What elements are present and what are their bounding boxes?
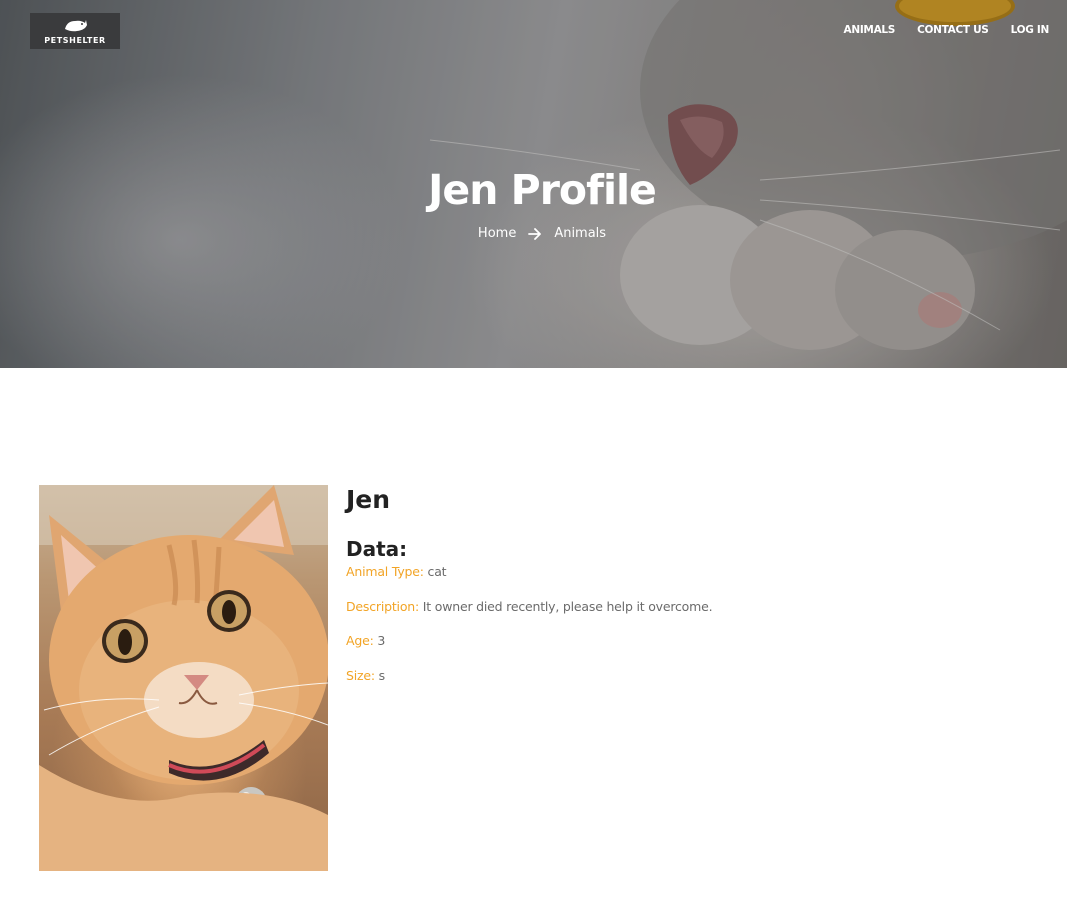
- breadcrumb: Home Animals: [0, 226, 1067, 241]
- animal-name: Jen: [346, 485, 391, 514]
- field-age: Age: 3: [346, 633, 385, 648]
- hero-banner: PETSHELTER ANIMALS CONTACT US LOG IN Jen…: [0, 0, 1067, 368]
- nav-log-in[interactable]: LOG IN: [1011, 24, 1050, 36]
- main-nav: ANIMALS CONTACT US LOG IN: [844, 24, 1050, 36]
- brand-name: PETSHELTER: [44, 36, 106, 45]
- nav-animals[interactable]: ANIMALS: [844, 24, 896, 36]
- kitten-image: [39, 485, 328, 871]
- field-animal-type: Animal Type: cat: [346, 564, 447, 579]
- nav-contact-us[interactable]: CONTACT US: [917, 24, 989, 36]
- field-value: It owner died recently, please help it o…: [422, 599, 713, 614]
- field-value: s: [378, 668, 386, 683]
- field-label: Age:: [346, 633, 374, 648]
- page-title: Jen Profile: [428, 166, 657, 214]
- arrow-right-icon: [528, 227, 542, 240]
- breadcrumb-animals[interactable]: Animals: [554, 226, 606, 241]
- brand-logo[interactable]: PETSHELTER: [30, 13, 120, 49]
- field-label: Size:: [346, 668, 375, 683]
- field-description: Description: It owner died recently, ple…: [346, 599, 713, 614]
- data-heading: Data:: [346, 537, 408, 561]
- field-value: cat: [427, 564, 447, 579]
- field-size: Size: s: [346, 668, 385, 683]
- field-label: Animal Type:: [346, 564, 424, 579]
- dog-cat-logo-icon: [65, 20, 87, 32]
- breadcrumb-home[interactable]: Home: [478, 226, 516, 241]
- animal-photo: [39, 485, 328, 871]
- field-value: 3: [377, 633, 386, 648]
- field-label: Description:: [346, 599, 420, 614]
